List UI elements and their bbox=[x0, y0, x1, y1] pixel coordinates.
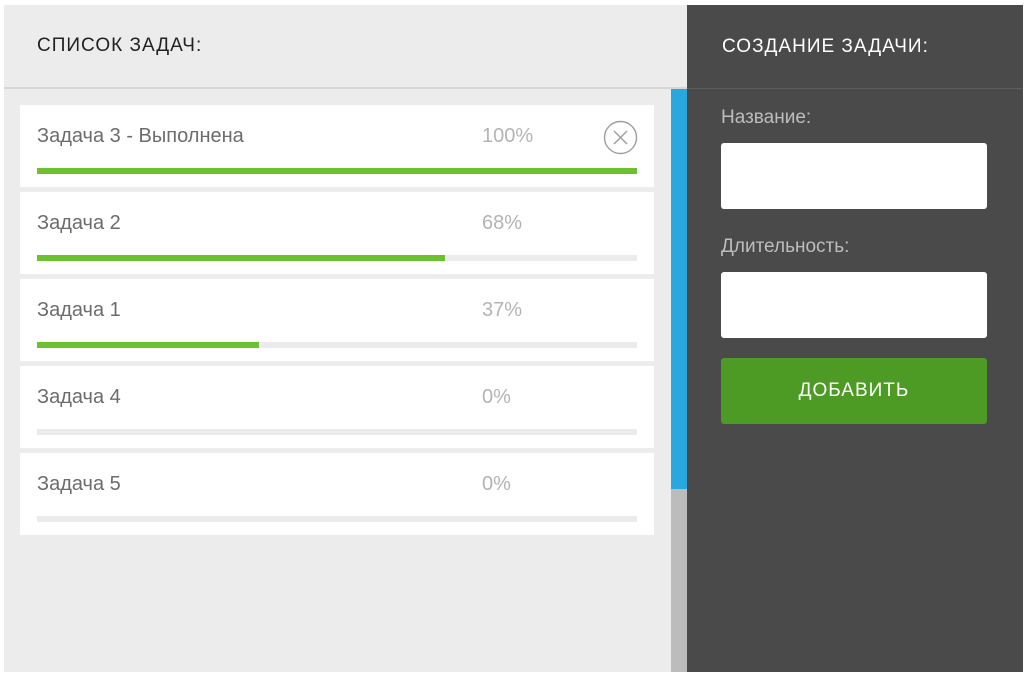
task-name: Задача 2 bbox=[37, 212, 121, 234]
task-list-scrollbar[interactable] bbox=[671, 89, 687, 672]
task-percent: 37% bbox=[482, 299, 523, 321]
task-progress-bar bbox=[37, 342, 637, 348]
delete-task-button[interactable] bbox=[603, 120, 638, 155]
task-percent: 0% bbox=[482, 473, 511, 495]
task-list-title: СПИСОК ЗАДАЧ: bbox=[37, 35, 203, 56]
create-task-panel: СОЗДАНИЕ ЗАДАЧИ: Название: Длительность:… bbox=[687, 5, 1023, 672]
task-list-panel: СПИСОК ЗАДАЧ: Задача 3 - Выполнена 100% bbox=[4, 5, 687, 672]
add-task-button[interactable]: ДОБАВИТЬ bbox=[721, 358, 987, 424]
circle-x-icon bbox=[603, 120, 638, 155]
task-name: Задача 3 - Выполнена bbox=[37, 125, 244, 147]
create-task-title: СОЗДАНИЕ ЗАДАЧИ: bbox=[722, 35, 929, 57]
task-progress-fill bbox=[37, 255, 445, 261]
task-percent: 0% bbox=[482, 386, 511, 408]
task-progress-bar bbox=[37, 516, 637, 522]
task-name: Задача 5 bbox=[37, 473, 121, 495]
name-field[interactable] bbox=[721, 143, 987, 209]
task-progress-bar bbox=[37, 255, 637, 261]
task-progress-fill bbox=[37, 342, 259, 348]
create-task-header: СОЗДАНИЕ ЗАДАЧИ: bbox=[687, 5, 1023, 89]
task-progress-bar bbox=[37, 168, 637, 174]
task-item[interactable]: Задача 2 68% bbox=[20, 192, 654, 274]
task-app: СПИСОК ЗАДАЧ: Задача 3 - Выполнена 100% bbox=[4, 5, 1023, 672]
task-percent: 68% bbox=[482, 212, 523, 234]
task-item[interactable]: Задача 4 0% bbox=[20, 366, 654, 448]
task-item[interactable]: Задача 5 0% bbox=[20, 453, 654, 535]
name-label: Название: bbox=[721, 107, 812, 128]
task-item[interactable]: Задача 1 37% bbox=[20, 279, 654, 361]
task-progress-fill bbox=[37, 168, 637, 174]
create-task-form: Название: Длительность: ДОБАВИТЬ bbox=[687, 89, 1023, 424]
duration-field[interactable] bbox=[721, 272, 987, 338]
scrollbar-thumb[interactable] bbox=[671, 89, 687, 489]
task-name: Задача 1 bbox=[37, 299, 121, 321]
duration-label: Длительность: bbox=[721, 236, 850, 257]
task-percent: 100% bbox=[482, 125, 534, 147]
task-item[interactable]: Задача 3 - Выполнена 100% bbox=[20, 105, 654, 187]
task-progress-bar bbox=[37, 429, 637, 435]
task-name: Задача 4 bbox=[37, 386, 121, 408]
task-list: Задача 3 - Выполнена 100% Задача 2 68% З… bbox=[20, 105, 654, 540]
task-list-header: СПИСОК ЗАДАЧ: bbox=[4, 5, 687, 89]
